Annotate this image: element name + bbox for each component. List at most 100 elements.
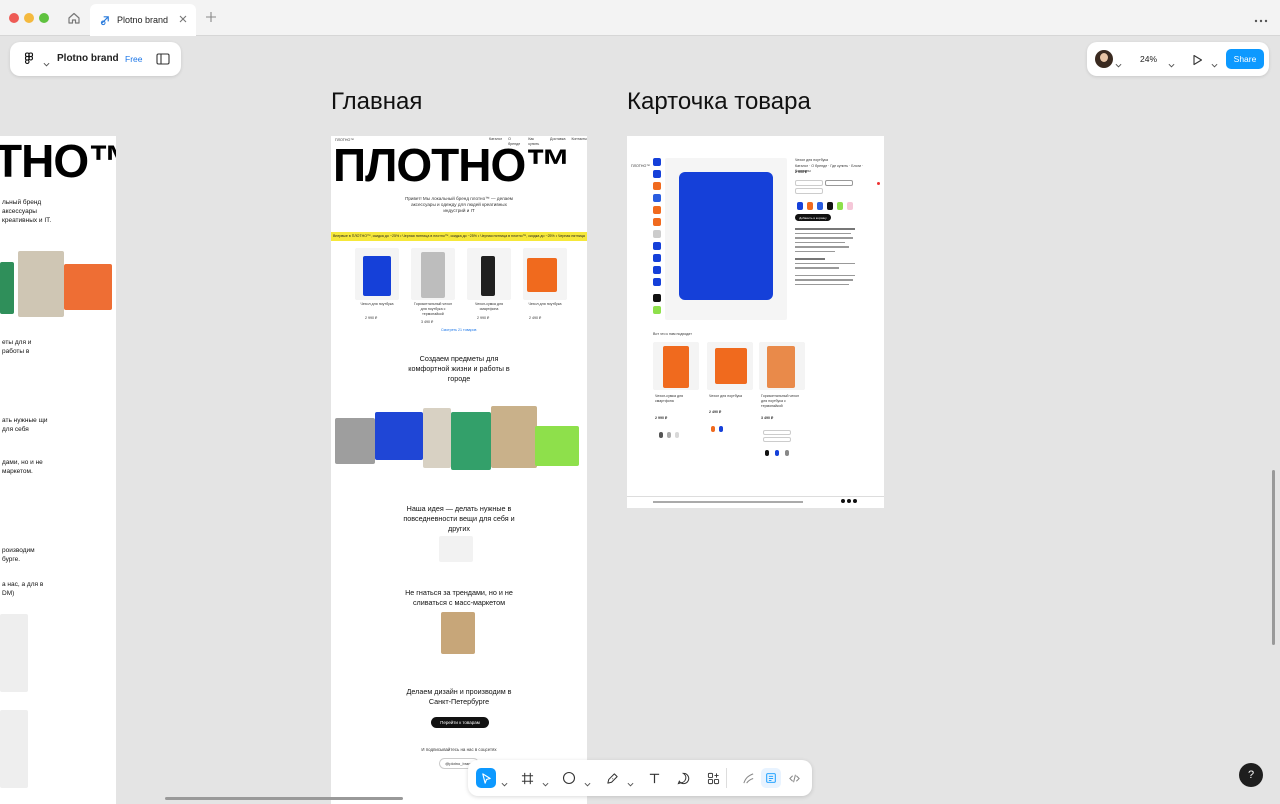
design-mode-icon[interactable] xyxy=(761,768,781,788)
frame-title-product[interactable]: Карточка товара xyxy=(627,88,811,116)
rec-swatch[interactable] xyxy=(711,426,715,432)
color-swatch[interactable] xyxy=(807,202,813,210)
collage-photo xyxy=(491,406,537,468)
pen-tool-icon[interactable] xyxy=(602,768,622,788)
thumb[interactable] xyxy=(653,182,661,190)
plan-badge[interactable]: Free xyxy=(125,54,142,64)
figma-logo-icon[interactable] xyxy=(22,52,36,66)
more-products-link[interactable]: Смотреть 21 товаров xyxy=(441,328,476,333)
brand-logo-text: ТНО™ xyxy=(0,136,116,187)
rec-swatch[interactable] xyxy=(667,432,671,438)
thumb[interactable] xyxy=(653,278,661,286)
close-tab-icon[interactable] xyxy=(178,14,188,24)
product-name: Чехол для ноутбука xyxy=(528,302,562,306)
rec-swatch[interactable] xyxy=(775,450,779,456)
collage-photo xyxy=(335,418,375,464)
chevron-down-icon[interactable] xyxy=(43,55,50,67)
sidebar-toggle-icon[interactable] xyxy=(156,52,170,65)
window-titlebar: Plotno brand xyxy=(0,0,1280,36)
favorite-icon[interactable] xyxy=(877,182,880,185)
frame-product[interactable]: ПЛОТНО™ Чехол для ноутбука Каталог · О б… xyxy=(627,136,884,508)
thumb[interactable] xyxy=(653,306,661,314)
color-swatch[interactable] xyxy=(847,202,853,210)
nav-item: Контакты xyxy=(571,137,587,141)
move-tool-icon[interactable] xyxy=(476,768,496,788)
present-play-icon[interactable] xyxy=(1192,53,1203,66)
frame-left-partial[interactable]: ТНО™ льный бренд аксессуары креативных и… xyxy=(0,136,116,804)
thumb[interactable] xyxy=(653,266,661,274)
close-window-button[interactable] xyxy=(9,13,19,23)
thumb[interactable] xyxy=(653,158,661,166)
thumb[interactable] xyxy=(653,242,661,250)
color-swatch[interactable] xyxy=(837,202,843,210)
comment-tool-icon[interactable] xyxy=(673,768,693,788)
size-option[interactable] xyxy=(763,437,791,442)
color-swatch[interactable] xyxy=(817,202,823,210)
help-button[interactable]: ? xyxy=(1239,763,1263,787)
size-option[interactable] xyxy=(795,188,823,194)
subscribe-text: И подписывайтесь на нас в соцсетях xyxy=(421,747,497,752)
rec-swatch[interactable] xyxy=(659,432,663,438)
zoom-level[interactable]: 24% xyxy=(1140,54,1157,64)
rec-swatch[interactable] xyxy=(675,432,679,438)
social-icon[interactable] xyxy=(853,499,857,503)
frame-title-main[interactable]: Главная xyxy=(331,88,422,116)
section-heading: Наша идея — делать нужные в повседневнос… xyxy=(403,504,515,533)
new-tab-icon[interactable] xyxy=(205,10,217,22)
thumb[interactable] xyxy=(653,206,661,214)
file-name[interactable]: Plotno brand xyxy=(57,53,119,64)
vertical-scrollbar[interactable] xyxy=(1272,470,1275,645)
rec-swatch[interactable] xyxy=(765,450,769,456)
add-to-cart-button[interactable]: Добавить в корзину xyxy=(795,214,831,221)
dev-mode-icon[interactable] xyxy=(784,768,804,788)
cta-button[interactable]: Перейти к товарам xyxy=(431,717,489,728)
color-swatch[interactable] xyxy=(797,202,803,210)
chevron-down-icon[interactable] xyxy=(1115,56,1122,68)
bottom-toolbar xyxy=(468,760,812,796)
file-tab[interactable]: Plotno brand xyxy=(90,4,196,36)
section-heading: Создаем предметы для комфортной жизни и … xyxy=(408,354,510,383)
text-tool-icon[interactable] xyxy=(644,768,664,788)
chevron-down-icon[interactable] xyxy=(627,775,634,787)
chevron-down-icon[interactable] xyxy=(501,775,508,787)
rec-swatch[interactable] xyxy=(785,450,789,456)
more-options-icon[interactable] xyxy=(1254,13,1268,23)
ellipse-tool-icon[interactable] xyxy=(559,768,579,788)
actions-icon[interactable] xyxy=(703,768,723,788)
photo-thumb xyxy=(18,251,64,317)
share-button[interactable]: Share xyxy=(1226,49,1264,69)
size-option[interactable] xyxy=(795,180,823,186)
collage-photo xyxy=(423,408,451,468)
product-photo-black xyxy=(481,256,495,296)
thumb[interactable] xyxy=(653,218,661,226)
chevron-down-icon[interactable] xyxy=(584,775,591,787)
horizontal-scrollbar[interactable] xyxy=(165,797,403,800)
frame-tool-icon[interactable] xyxy=(517,768,537,788)
thumb[interactable] xyxy=(653,194,661,202)
frame-main[interactable]: ПЛОТНО™ Каталог О бренде Как купить Дост… xyxy=(331,136,587,804)
rec-name: Чехол-сумка для смартфона xyxy=(655,394,684,403)
thumb[interactable] xyxy=(653,170,661,178)
minimize-window-button[interactable] xyxy=(24,13,34,23)
chevron-down-icon[interactable] xyxy=(1211,56,1218,68)
color-swatch[interactable] xyxy=(827,202,833,210)
section-text: дами, но и не маркетом. xyxy=(2,459,43,475)
rec-photo-orange xyxy=(715,348,747,384)
chevron-down-icon[interactable] xyxy=(1168,56,1175,68)
product-nav: Каталог · О бренде · Где купить · Блоги … xyxy=(795,164,864,173)
user-avatar[interactable] xyxy=(1095,50,1113,68)
maximize-window-button[interactable] xyxy=(39,13,49,23)
share-panel: 24% Share xyxy=(1087,42,1269,76)
thumb[interactable] xyxy=(653,294,661,302)
size-option[interactable] xyxy=(825,180,853,186)
chevron-down-icon[interactable] xyxy=(542,775,549,787)
draw-mode-icon[interactable] xyxy=(738,768,758,788)
social-icon[interactable] xyxy=(841,499,845,503)
thumb[interactable] xyxy=(653,230,661,238)
thumb[interactable] xyxy=(653,254,661,262)
home-icon[interactable] xyxy=(64,9,84,27)
size-option[interactable] xyxy=(763,430,791,435)
rec-swatch[interactable] xyxy=(719,426,723,432)
product-description xyxy=(795,228,859,292)
social-icon[interactable] xyxy=(847,499,851,503)
